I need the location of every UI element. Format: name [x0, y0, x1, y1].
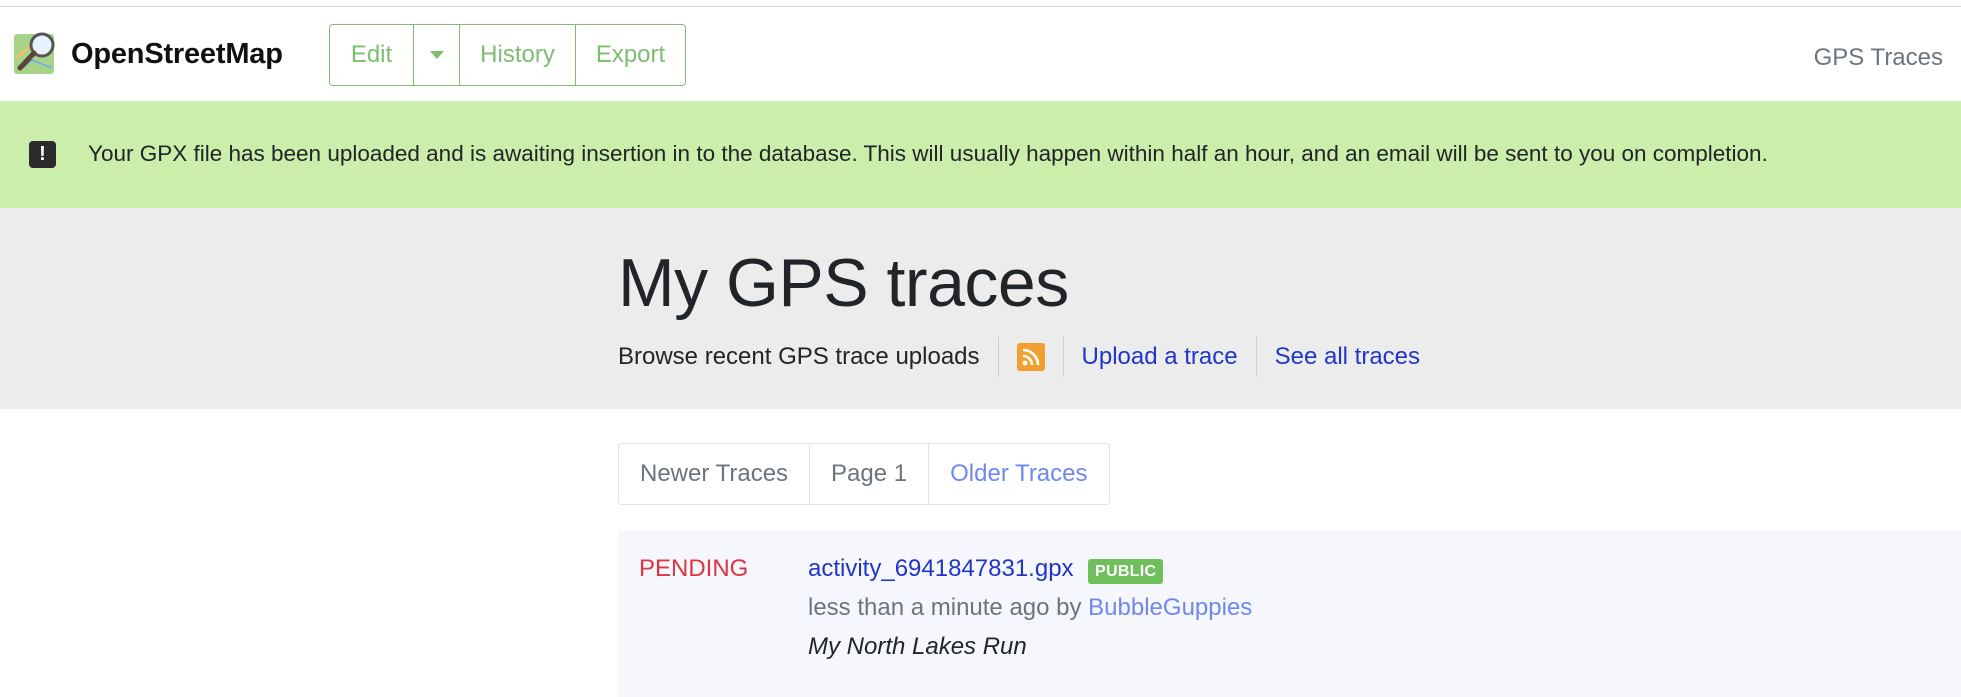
history-button[interactable]: History: [460, 25, 576, 85]
current-page-indicator: Page 1: [810, 444, 930, 504]
divider: [997, 337, 999, 377]
older-traces-link[interactable]: Older Traces: [929, 444, 1109, 504]
nav-gps-traces[interactable]: GPS Traces: [1814, 44, 1943, 72]
browse-text: Browse recent GPS trace uploads: [618, 343, 980, 370]
newer-traces-button: Newer Traces: [619, 444, 811, 504]
flash-notice: ! Your GPX file has been uploaded and is…: [0, 101, 1961, 208]
trace-meta: less than a minute ago by BubbleGuppies: [808, 594, 1252, 622]
export-button[interactable]: Export: [576, 25, 685, 85]
trace-row: PENDING activity_6941847831.gpx PUBLIC l…: [618, 531, 1961, 697]
brand-name[interactable]: OpenStreetMap: [71, 38, 283, 71]
edit-button[interactable]: Edit: [330, 25, 414, 85]
divider: [1062, 337, 1064, 377]
rss-link[interactable]: [1016, 337, 1045, 377]
content-heading: My GPS traces Browse recent GPS trace up…: [0, 208, 1961, 409]
exclamation-icon: !: [29, 141, 56, 168]
trace-description: My North Lakes Run: [808, 633, 1027, 660]
edit-dropdown-button[interactable]: [414, 25, 460, 85]
chevron-down-icon: [429, 51, 444, 59]
visibility-badge: PUBLIC: [1088, 559, 1164, 584]
upload-trace-link[interactable]: Upload a trace: [1082, 337, 1238, 377]
osm-logo-icon[interactable]: [12, 28, 62, 78]
divider: [1255, 337, 1257, 377]
trace-time: less than a minute ago by: [808, 594, 1089, 621]
trace-status: PENDING: [639, 555, 749, 582]
browser-top-border: [0, 0, 1961, 7]
site-header: OpenStreetMap Edit History Export GPS Tr…: [0, 8, 1961, 101]
rss-icon[interactable]: [1016, 343, 1045, 371]
see-all-traces-link[interactable]: See all traces: [1275, 337, 1420, 377]
secondary-actions: Browse recent GPS trace uploads Upload a…: [618, 336, 1420, 378]
pagination: Newer Traces Page 1 Older Traces: [618, 443, 1110, 505]
edit-button-group: Edit History Export: [329, 24, 686, 86]
page-title: My GPS traces: [618, 245, 1069, 321]
trace-user-link[interactable]: BubbleGuppies: [1088, 594, 1252, 621]
flash-message: Your GPX file has been uploaded and is a…: [88, 141, 1768, 166]
trace-filename-link[interactable]: activity_6941847831.gpx: [808, 555, 1074, 583]
